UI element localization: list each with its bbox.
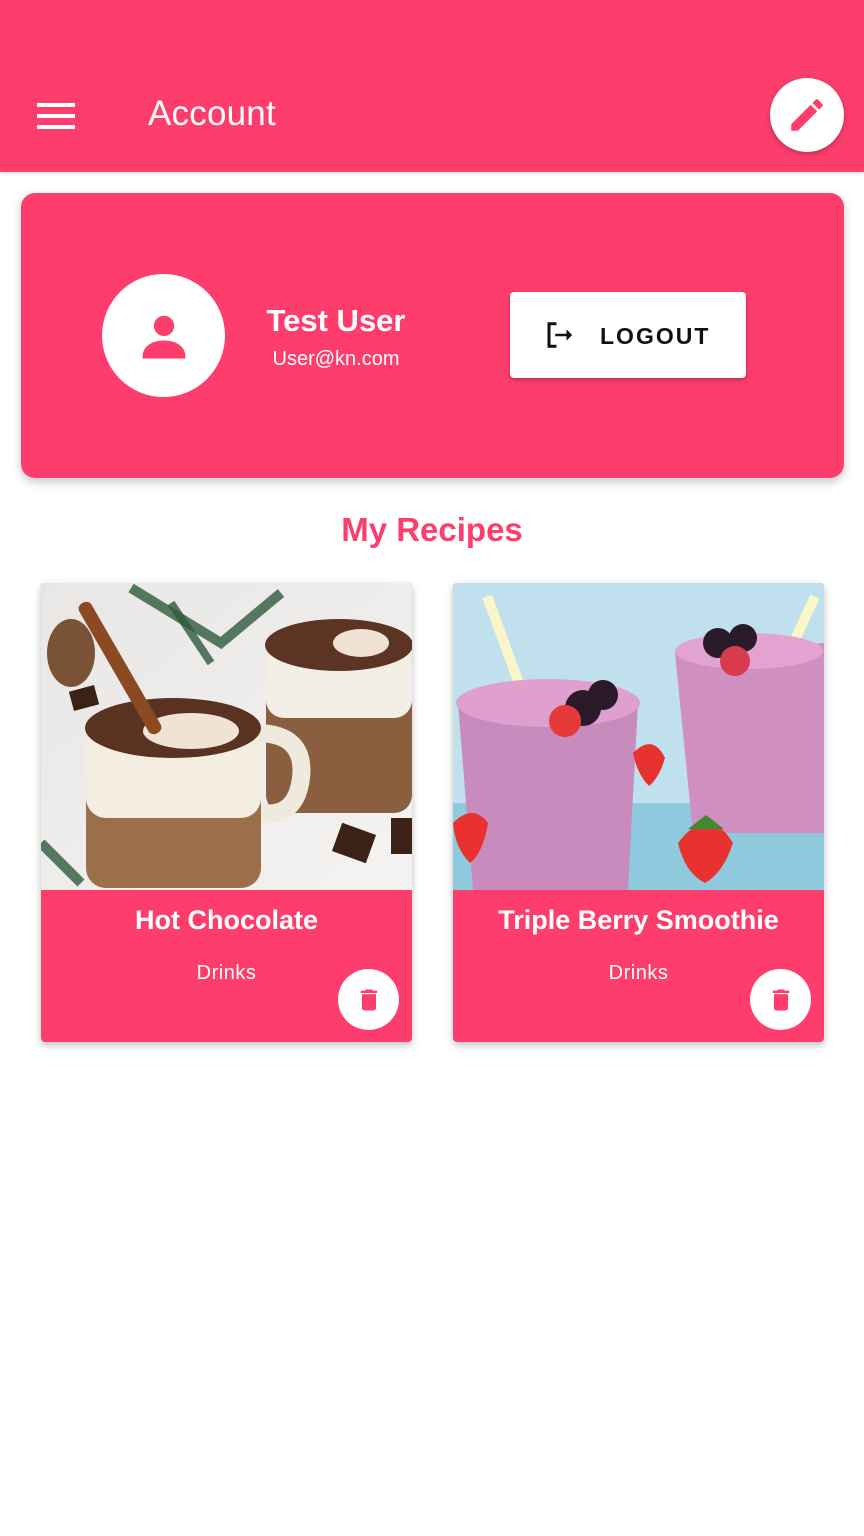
hot-chocolate-photo — [41, 583, 412, 890]
recipe-card-hot-chocolate[interactable]: Hot Chocolate Drinks — [41, 583, 412, 1042]
delete-recipe-button[interactable] — [338, 969, 399, 1030]
person-icon — [142, 315, 185, 358]
trash-icon — [772, 989, 789, 1010]
profile-card: Test User User@kn.com LOGOUT — [21, 193, 844, 478]
menu-icon — [37, 103, 75, 129]
avatar — [102, 274, 225, 397]
app-bar: Account — [0, 0, 864, 172]
user-name: Test User — [266, 303, 406, 338]
logout-icon — [547, 322, 573, 348]
berry-smoothie-photo — [453, 583, 824, 890]
pencil-icon — [791, 99, 823, 131]
logout-button[interactable]: LOGOUT — [510, 292, 746, 378]
page-title: Account — [148, 94, 276, 133]
logout-label: LOGOUT — [600, 323, 711, 349]
user-email: User@kn.com — [272, 348, 400, 370]
trash-icon — [360, 989, 377, 1010]
recipe-card-berry-smoothie[interactable]: Triple Berry Smoothie Drinks — [453, 583, 824, 1042]
delete-recipe-button[interactable] — [750, 969, 811, 1030]
edit-profile-button[interactable] — [770, 78, 844, 152]
recipe-title: Hot Chocolate — [134, 905, 318, 935]
menu-button[interactable] — [28, 90, 86, 142]
recipe-title: Triple Berry Smoothie — [498, 905, 779, 935]
my-recipes-heading: My Recipes — [341, 511, 523, 548]
